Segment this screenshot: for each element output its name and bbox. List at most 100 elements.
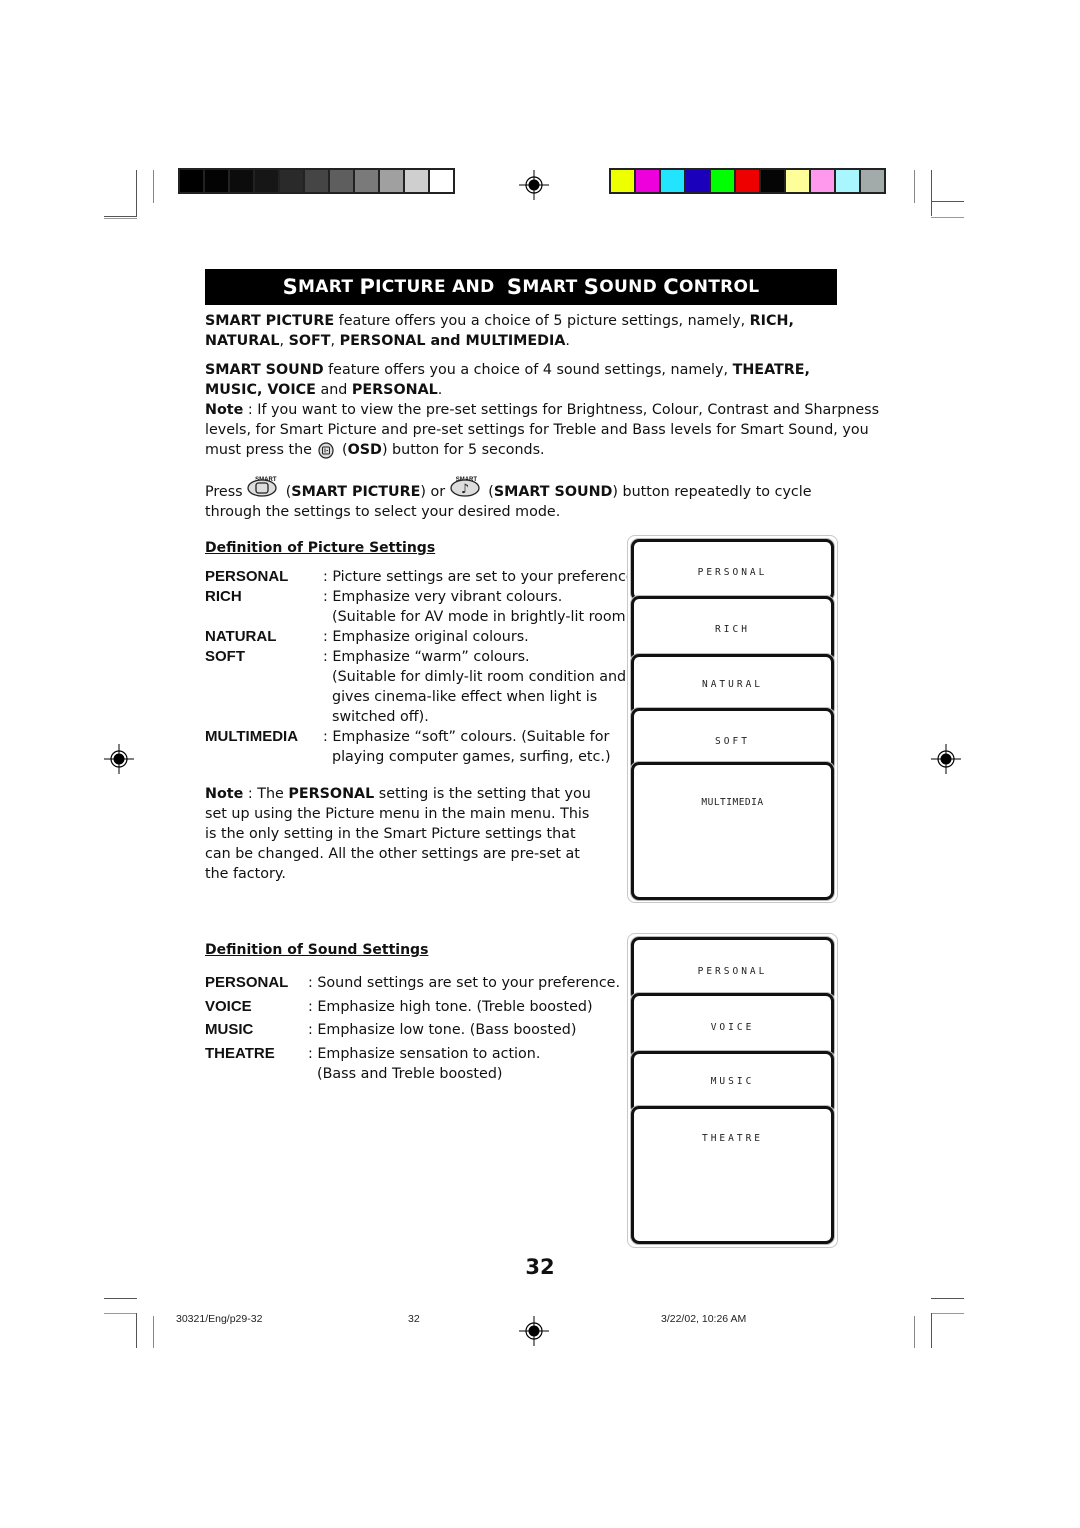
definition-text: switched off).	[332, 709, 429, 725]
definition-text: : Emphasize “soft” colours. (Suitable fo…	[323, 729, 610, 745]
color-swatch	[686, 170, 709, 192]
footer-page: 32	[408, 1313, 420, 1325]
title-rest: MART	[522, 277, 584, 297]
note-label: Note	[205, 402, 244, 418]
screen-label: MUSIC	[710, 1076, 755, 1087]
color-swatch	[280, 170, 303, 192]
color-swatch	[330, 170, 353, 192]
term-smart-sound: SMART SOUND	[205, 362, 324, 378]
term-soft: SOFT	[288, 333, 331, 349]
color-swatch	[380, 170, 403, 192]
screen-mode-natural: NATURAL	[631, 654, 834, 716]
text: ) button repeatedly to cycle	[612, 484, 812, 500]
definition-text: : Emphasize “warm” colours.	[323, 649, 530, 665]
text: feature offers you a choice of 5 picture…	[334, 313, 750, 329]
screen-label: PERSONAL	[697, 567, 768, 578]
crop-mark	[104, 218, 137, 219]
text: through the settings to select your desi…	[205, 504, 561, 520]
text: Press	[205, 484, 248, 500]
crop-mark	[136, 170, 137, 216]
text: is the only setting in the Smart Picture…	[205, 826, 576, 842]
color-swatch	[836, 170, 859, 192]
color-swatch	[861, 170, 884, 192]
crop-mark	[931, 1298, 964, 1299]
screen-mode-music: MUSIC	[631, 1051, 834, 1114]
term-natural: NATURAL	[205, 333, 280, 349]
title-capital: C	[663, 275, 679, 299]
text: setting is the setting that you	[374, 786, 591, 802]
crop-mark	[914, 170, 915, 203]
color-swatch	[711, 170, 734, 192]
text: : If you want to view the pre-set settin…	[243, 402, 880, 418]
crop-mark	[104, 216, 137, 217]
definition-term: NATURAL	[205, 628, 277, 645]
color-swatch	[230, 170, 253, 192]
color-swatch	[355, 170, 378, 192]
crop-mark	[153, 1316, 154, 1348]
screen-label: MULTIMEDIA	[701, 797, 764, 808]
title-rest: ICTURE AND	[375, 277, 507, 297]
definition-text: : Emphasize low tone. (Bass boosted)	[308, 1022, 577, 1038]
smart-picture-button-icon	[247, 479, 277, 497]
text: ) or	[420, 484, 450, 500]
text: levels, for Smart Picture and pre-set se…	[205, 422, 869, 438]
term-theatre: THEATRE,	[732, 362, 810, 378]
definition-term: MULTIMEDIA	[205, 728, 299, 745]
crop-mark	[136, 1313, 137, 1348]
color-swatch	[736, 170, 759, 192]
crop-mark	[104, 1298, 137, 1299]
title-rest: ONTROL	[678, 277, 760, 297]
osd-label: OSD	[347, 442, 382, 458]
term-smart-picture: SMART PICTURE	[205, 313, 335, 329]
grayscale-calibration-bar	[178, 168, 455, 194]
title-capital: P	[359, 275, 376, 299]
text: must press the	[205, 442, 317, 458]
text: can be changed. All the other settings a…	[205, 846, 580, 862]
crop-mark	[931, 217, 964, 218]
definition-text: : Emphasize very vibrant colours.	[323, 589, 563, 605]
screen-mode-multimedia: MULTIMEDIA	[631, 762, 834, 900]
text: button for 5 seconds.	[387, 442, 545, 458]
definition-text: : Emphasize sensation to action.	[308, 1045, 541, 1062]
definition-text: : Sound settings are set to your prefere…	[308, 975, 621, 991]
color-swatch	[430, 170, 453, 192]
text: the factory.	[205, 866, 286, 882]
screen-label: RICH	[715, 624, 750, 635]
title-capital: S	[282, 275, 299, 299]
screen-label: VOICE	[710, 1022, 755, 1033]
osd-button-icon	[318, 441, 335, 459]
page-number: 32	[525, 1255, 555, 1279]
screen-mode-rich: RICH	[631, 596, 834, 662]
svg-text:♪: ♪	[461, 482, 469, 497]
definition-text: gives cinema-like effect when light is	[332, 689, 598, 705]
text: and	[315, 382, 352, 398]
title-capital: S	[506, 275, 523, 299]
smart-sound-intro: SMART SOUND feature offers you a choice …	[205, 360, 845, 400]
screen-label: THEATRE	[701, 1133, 764, 1144]
definition-text: (Suitable for AV mode in brightly-lit ro…	[332, 609, 632, 625]
definition-term: PERSONAL	[205, 974, 289, 991]
term-personal: PERSONAL	[351, 382, 438, 398]
note-label: Note	[205, 786, 244, 802]
picture-settings-heading: Definition of Picture Settings	[205, 540, 436, 556]
color-swatch	[205, 170, 228, 192]
sound-settings-heading: Definition of Sound Settings	[205, 942, 429, 958]
term-music-voice: MUSIC, VOICE	[205, 382, 316, 398]
registration-target-icon	[519, 170, 549, 200]
definition-text: : Emphasize original colours.	[323, 629, 529, 645]
screen-mode-personal: PERSONAL	[631, 937, 834, 1001]
color-swatch	[255, 170, 278, 192]
text: ,	[330, 333, 340, 349]
screen-mode-personal: PERSONAL	[631, 539, 834, 601]
color-swatch	[636, 170, 659, 192]
crop-mark	[931, 1313, 964, 1314]
color-swatch	[811, 170, 834, 192]
color-swatch	[405, 170, 428, 192]
definition-text: (Bass and Treble boosted)	[317, 1065, 503, 1082]
text: set up using the Picture menu in the mai…	[205, 806, 590, 822]
screen-mode-theatre: THEATRE	[631, 1106, 834, 1244]
registration-target-icon	[519, 1316, 549, 1346]
color-swatch	[786, 170, 809, 192]
definition-text: (Suitable for dimly-lit room condition a…	[332, 669, 627, 685]
term-rich: RICH,	[749, 313, 794, 329]
